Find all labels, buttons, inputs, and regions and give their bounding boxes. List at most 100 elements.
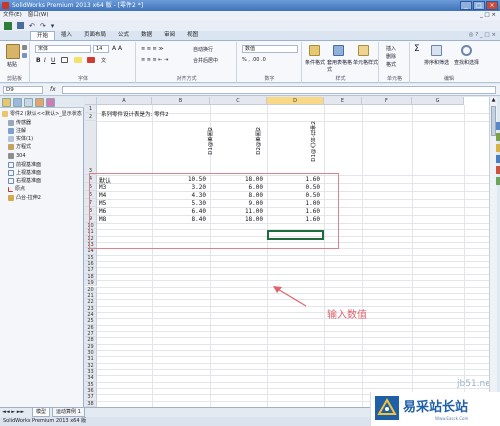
tab-nav-arrows[interactable]: ◄◄ ► ►► [2, 408, 24, 417]
menu-window[interactable]: 窗口(W) [28, 11, 49, 20]
row-header[interactable]: 1 [85, 105, 97, 113]
file-explorer-icon[interactable] [496, 144, 500, 152]
tree-item-annotations[interactable]: 注解 [8, 127, 26, 135]
wrap-text-button[interactable]: 自动换行 [193, 46, 213, 53]
tree-item-equations[interactable]: 方程式 [8, 143, 31, 151]
grid-row-line [97, 369, 489, 371]
column-header[interactable]: F [362, 97, 412, 105]
table-format-button[interactable]: 套用表格格式 [327, 59, 353, 73]
name-box[interactable]: D9 [3, 86, 43, 94]
cell-style-icon[interactable] [358, 45, 369, 56]
customize-icon[interactable]: ▾ [51, 22, 55, 30]
tab-home[interactable]: 开始 [30, 31, 56, 40]
param-header-d1-sketch[interactable]: D1@草图2 [207, 127, 215, 155]
tree-item-origin[interactable]: 原点 [8, 185, 25, 193]
underline-button[interactable]: U [51, 57, 55, 64]
help-icon[interactable]: ◎ ? _ □ × [463, 31, 500, 40]
find-select-icon[interactable] [461, 45, 472, 56]
align-top-icons[interactable]: ≡ ≡ ≡ ≫ [141, 46, 164, 52]
close-button[interactable]: × [486, 1, 498, 10]
param-header-d1-extrude[interactable]: D1@凸台-拉伸2 [310, 121, 318, 162]
number-format-select[interactable]: 数值 [242, 45, 298, 53]
merge-center-button[interactable]: 合并后居中 [193, 57, 218, 64]
tab-formulas[interactable]: 公式 [112, 31, 135, 40]
font-name-select[interactable]: 宋体 [35, 45, 91, 53]
view-palette-icon[interactable] [496, 155, 500, 163]
redo-icon[interactable]: ↷ [40, 22, 46, 30]
tree-item-sensors[interactable]: 传感器 [8, 119, 31, 127]
save-icon[interactable] [17, 22, 24, 29]
font-color-icon[interactable] [87, 57, 95, 63]
tree-item-part[interactable]: 零件2 (默认<<默认>_显示状态 [2, 110, 82, 118]
tab-page-layout[interactable]: 页面布局 [78, 31, 112, 40]
display-manager-tab-icon[interactable] [46, 98, 55, 107]
tab-insert[interactable]: 插入 [55, 31, 78, 40]
paste-icon[interactable] [6, 44, 20, 59]
custom-properties-icon[interactable] [496, 177, 500, 185]
paste-label[interactable]: 粘贴 [7, 61, 17, 68]
tree-item-boss-extrude[interactable]: 凸台-拉伸2 [8, 194, 41, 202]
tab-data[interactable]: 数据 [135, 31, 158, 40]
cut-icon[interactable] [22, 45, 27, 50]
tab-review[interactable]: 审阅 [158, 31, 181, 40]
fx-icon[interactable]: fx [50, 86, 56, 93]
select-all-corner[interactable] [85, 97, 97, 105]
tab-view[interactable]: 视图 [181, 31, 204, 40]
cell-style-button[interactable]: 单元格样式 [353, 59, 378, 66]
align-horizontal-icons[interactable]: ≡ ≡ ≡ ⇤ ⇥ [141, 57, 168, 63]
param-header-d2-sketch[interactable]: D2@草图2 [255, 127, 263, 155]
find-select-button[interactable]: 查找和选择 [454, 59, 479, 66]
tab-motion-study[interactable]: 运动算例 1 [52, 408, 85, 417]
solidworks-logo-icon [2, 2, 9, 9]
column-header[interactable]: E [324, 97, 362, 105]
number-format-icons[interactable]: % , .00 .0 [242, 57, 266, 63]
column-header[interactable]: C [210, 97, 267, 105]
sort-filter-button[interactable]: 排序和筛选 [424, 59, 449, 66]
sort-filter-icon[interactable] [431, 45, 442, 56]
fill-color-icon[interactable] [74, 57, 82, 63]
annotation-icon [8, 128, 14, 134]
format-cells-button[interactable]: 格式 [386, 61, 396, 68]
tree-item-solid-bodies[interactable]: 实体(1) [8, 135, 33, 143]
column-header[interactable]: A [97, 97, 152, 105]
tree-item-right-plane[interactable]: 右视基准面 [8, 177, 41, 185]
font-size-select[interactable]: 14 [93, 45, 109, 53]
minimize-button[interactable]: _ [460, 1, 472, 10]
tree-item-material[interactable]: 304 [8, 152, 26, 160]
tab-model[interactable]: 模型 [32, 408, 51, 417]
sheet-title-cell[interactable]: 系列零件设计表是为: 零件2 [101, 110, 169, 118]
tree-item-front-plane[interactable]: 前视基准面 [8, 161, 41, 169]
wen-icon[interactable]: 文 [101, 57, 106, 64]
italic-button[interactable]: I [44, 57, 46, 64]
insert-cells-button[interactable]: 插入 [386, 45, 396, 52]
doc-window-controls[interactable]: _ □ × [480, 11, 500, 20]
tree-item-top-plane[interactable]: 上视基准面 [8, 169, 41, 177]
property-manager-tab-icon[interactable] [13, 98, 22, 107]
grow-font-icon[interactable]: A A [112, 45, 122, 52]
row-header[interactable]: 3 [85, 121, 97, 175]
feature-tree-tab-icon[interactable] [2, 98, 11, 107]
conditional-format-icon[interactable] [309, 45, 320, 56]
resources-icon[interactable] [496, 122, 500, 130]
formula-input[interactable] [62, 86, 496, 94]
appearances-icon[interactable] [496, 166, 500, 174]
border-icon[interactable] [61, 57, 68, 63]
column-header[interactable]: B [152, 97, 210, 105]
config-manager-tab-icon[interactable] [24, 98, 33, 107]
copy-icon[interactable] [22, 53, 27, 58]
column-header[interactable]: G [412, 97, 464, 105]
spreadsheet[interactable]: ABCDEFG 1 2 3 4 5 6 7 8 9 10 11 12 13 14 15 16 17 18 19 20 2… [85, 97, 489, 407]
scroll-up-arrow[interactable]: ▲ [490, 97, 497, 104]
row-header[interactable]: 2 [85, 113, 97, 121]
dim-xpert-tab-icon[interactable] [35, 98, 44, 107]
maximize-button[interactable]: □ [473, 1, 485, 10]
table-format-icon[interactable] [333, 45, 344, 56]
autosum-icon[interactable]: Σ [414, 44, 420, 54]
undo-icon[interactable]: ↶ [29, 22, 35, 30]
bold-button[interactable]: B [36, 57, 41, 64]
menu-file[interactable]: 文件(E) [3, 11, 22, 20]
column-header[interactable]: D [267, 97, 324, 105]
conditional-format-button[interactable]: 条件格式 [305, 59, 325, 66]
design-library-icon[interactable] [496, 133, 500, 141]
delete-cells-button[interactable]: 删除 [386, 53, 396, 60]
